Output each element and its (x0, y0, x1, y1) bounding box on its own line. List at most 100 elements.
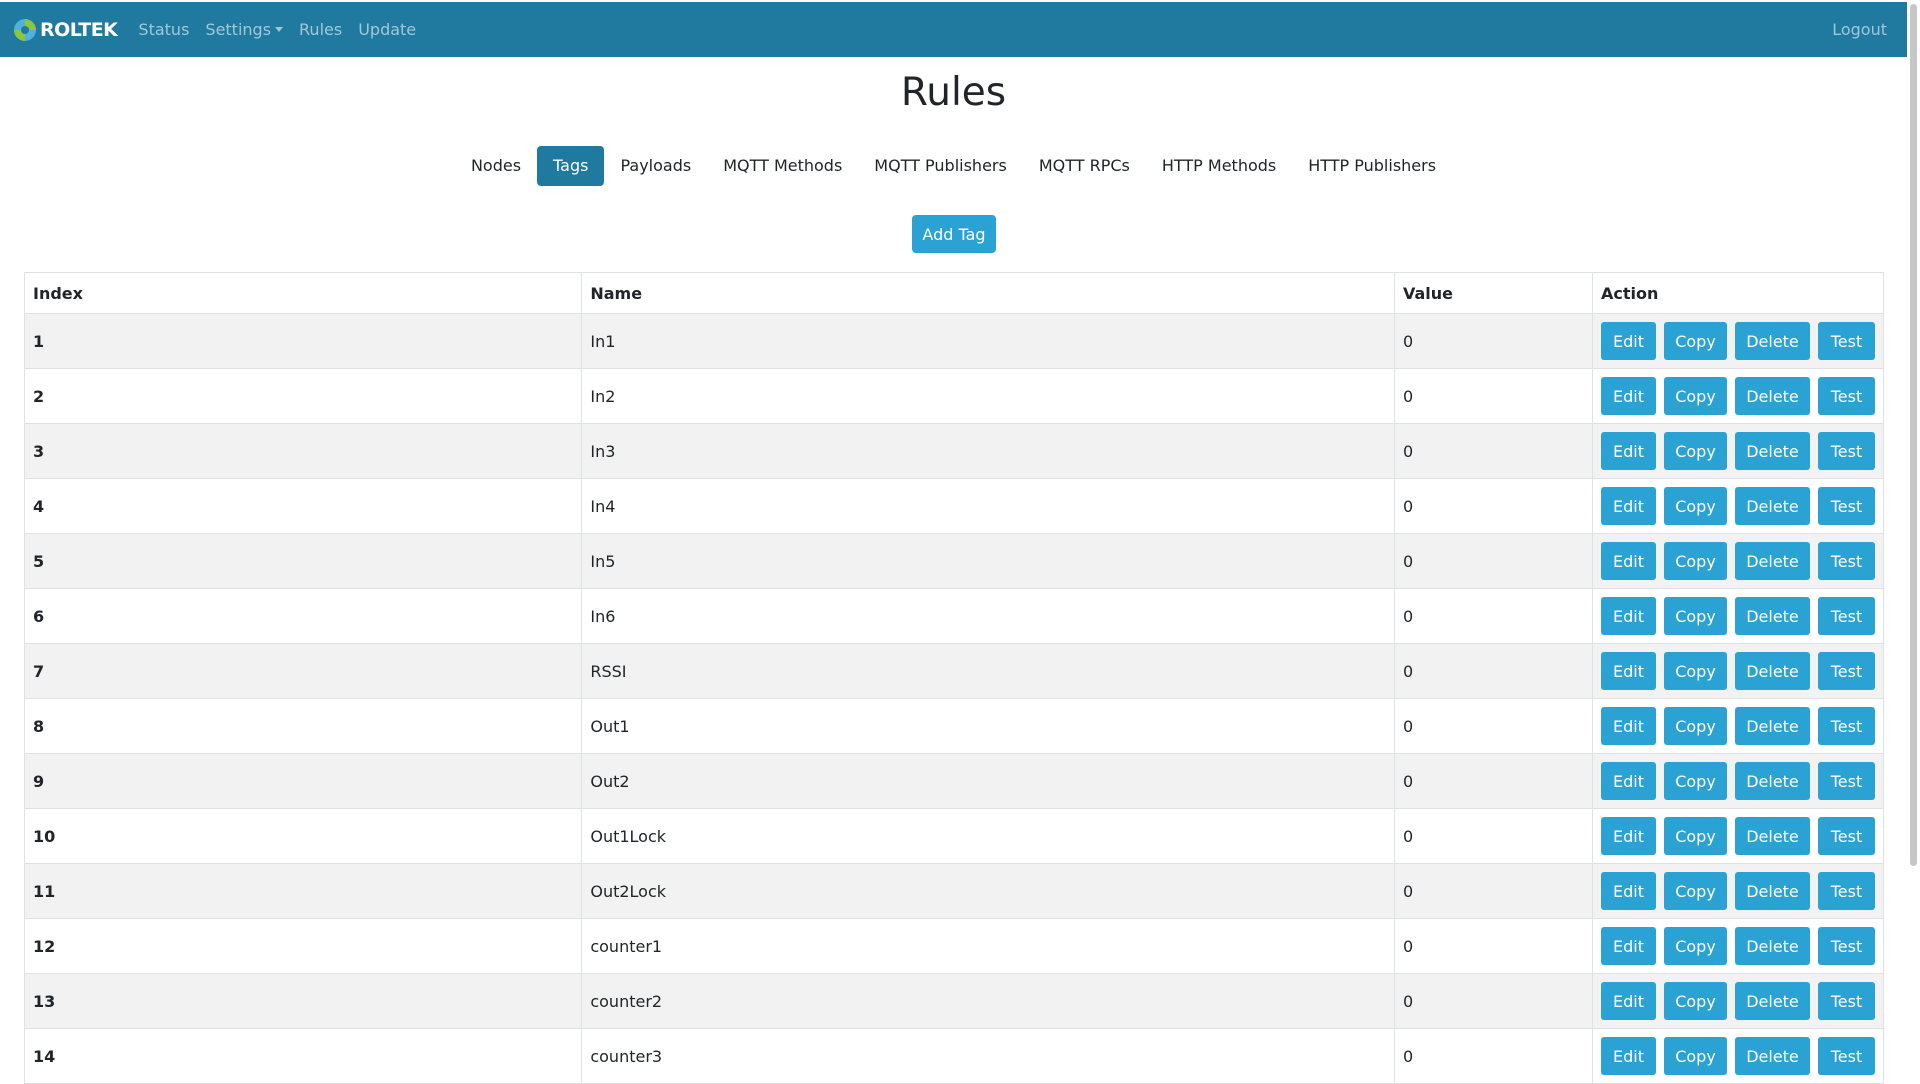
copy-button[interactable]: Copy (1664, 707, 1727, 745)
edit-button[interactable]: Edit (1601, 817, 1656, 855)
edit-button[interactable]: Edit (1601, 652, 1656, 690)
edit-button[interactable]: Edit (1601, 377, 1656, 415)
cell-value: 0 (1393, 808, 1594, 864)
add-tag-button[interactable]: Add Tag (912, 215, 996, 253)
delete-button[interactable]: Delete (1735, 1037, 1810, 1075)
delete-button[interactable]: Delete (1735, 762, 1810, 800)
test-button[interactable]: Test (1818, 542, 1875, 580)
copy-button[interactable]: Copy (1664, 927, 1727, 965)
delete-button[interactable]: Delete (1735, 377, 1810, 415)
test-button[interactable]: Test (1818, 872, 1875, 910)
brand[interactable]: ROLTEK (12, 17, 118, 43)
copy-button[interactable]: Copy (1664, 652, 1727, 690)
delete-button[interactable]: Delete (1735, 542, 1810, 580)
copy-button[interactable]: Copy (1664, 1037, 1727, 1075)
cell-value: 0 (1393, 973, 1594, 1029)
cell-index: 3 (23, 423, 583, 479)
test-button[interactable]: Test (1818, 377, 1875, 415)
copy-button[interactable]: Copy (1664, 817, 1727, 855)
rules-tabs: Nodes Tags Payloads MQTT Methods MQTT Publis… (0, 146, 1907, 186)
cell-actions: Edit Copy Delete Test (1592, 423, 1884, 479)
test-button[interactable]: Test (1818, 927, 1875, 965)
copy-button[interactable]: Copy (1664, 872, 1727, 910)
delete-button[interactable]: Delete (1735, 652, 1810, 690)
cell-index: 10 (23, 808, 583, 864)
edit-button[interactable]: Edit (1601, 542, 1656, 580)
cell-value: 0 (1393, 423, 1594, 479)
cell-name: counter2 (581, 973, 1395, 1029)
delete-button[interactable]: Delete (1735, 982, 1810, 1020)
test-button[interactable]: Test (1818, 762, 1875, 800)
delete-button[interactable]: Delete (1735, 872, 1810, 910)
cell-actions: Edit Copy Delete Test (1592, 533, 1884, 589)
edit-button[interactable]: Edit (1601, 707, 1656, 745)
tab-http-publishers[interactable]: HTTP Publishers (1292, 146, 1452, 186)
nav-link-rules[interactable]: Rules (299, 20, 342, 39)
tab-mqtt-publishers[interactable]: MQTT Publishers (858, 146, 1023, 186)
delete-button[interactable]: Delete (1735, 817, 1810, 855)
nav-link-update[interactable]: Update (358, 20, 416, 39)
test-button[interactable]: Test (1818, 322, 1875, 360)
edit-button[interactable]: Edit (1601, 597, 1656, 635)
cell-name: In4 (581, 478, 1395, 534)
cell-actions: Edit Copy Delete Test (1592, 588, 1884, 644)
test-button[interactable]: Test (1818, 817, 1875, 855)
action-buttons: Edit Copy Delete Test (1601, 487, 1875, 525)
cell-name: In5 (581, 533, 1395, 589)
tab-tags[interactable]: Tags (537, 146, 605, 186)
test-button[interactable]: Test (1818, 652, 1875, 690)
edit-button[interactable]: Edit (1601, 432, 1656, 470)
cell-value: 0 (1393, 698, 1594, 754)
edit-button[interactable]: Edit (1601, 872, 1656, 910)
table-row: 10 Out1Lock 0 Edit Copy Delete Test (23, 808, 1884, 864)
cell-name: In3 (581, 423, 1395, 479)
page-title: Rules (900, 70, 1007, 115)
cell-actions: Edit Copy Delete Test (1592, 368, 1884, 424)
action-buttons: Edit Copy Delete Test (1601, 597, 1875, 635)
cell-value: 0 (1393, 478, 1594, 534)
edit-button[interactable]: Edit (1601, 487, 1656, 525)
delete-button[interactable]: Delete (1735, 432, 1810, 470)
copy-button[interactable]: Copy (1664, 982, 1727, 1020)
test-button[interactable]: Test (1818, 432, 1875, 470)
tab-mqtt-methods[interactable]: MQTT Methods (707, 146, 858, 186)
test-button[interactable]: Test (1818, 1037, 1875, 1075)
copy-button[interactable]: Copy (1664, 597, 1727, 635)
nav-link-settings[interactable]: Settings (205, 20, 284, 39)
nav-link-status[interactable]: Status (138, 20, 189, 39)
edit-button[interactable]: Edit (1601, 1037, 1656, 1075)
copy-button[interactable]: Copy (1664, 377, 1727, 415)
delete-button[interactable]: Delete (1735, 322, 1810, 360)
tab-payloads[interactable]: Payloads (604, 146, 707, 186)
cell-value: 0 (1393, 753, 1594, 809)
edit-button[interactable]: Edit (1601, 982, 1656, 1020)
scrollbar[interactable] (1907, 0, 1920, 1080)
test-button[interactable]: Test (1818, 982, 1875, 1020)
test-button[interactable]: Test (1818, 707, 1875, 745)
test-button[interactable]: Test (1818, 487, 1875, 525)
table-header-row: Index Name Value Action (23, 272, 1884, 314)
delete-button[interactable]: Delete (1735, 927, 1810, 965)
copy-button[interactable]: Copy (1664, 762, 1727, 800)
tab-nodes[interactable]: Nodes (455, 146, 537, 186)
copy-button[interactable]: Copy (1664, 322, 1727, 360)
tab-mqtt-rpcs[interactable]: MQTT RPCs (1023, 146, 1146, 186)
test-button[interactable]: Test (1818, 597, 1875, 635)
cell-actions: Edit Copy Delete Test (1592, 863, 1884, 919)
edit-button[interactable]: Edit (1601, 322, 1656, 360)
cell-actions: Edit Copy Delete Test (1592, 808, 1884, 864)
delete-button[interactable]: Delete (1735, 707, 1810, 745)
copy-button[interactable]: Copy (1664, 487, 1727, 525)
cell-index: 5 (23, 533, 583, 589)
delete-button[interactable]: Delete (1735, 597, 1810, 635)
delete-button[interactable]: Delete (1735, 487, 1810, 525)
edit-button[interactable]: Edit (1601, 927, 1656, 965)
copy-button[interactable]: Copy (1664, 432, 1727, 470)
logout-link[interactable]: Logout (1832, 20, 1887, 39)
scrollbar-thumb[interactable] (1910, 4, 1917, 866)
tab-http-methods[interactable]: HTTP Methods (1146, 146, 1292, 186)
action-buttons: Edit Copy Delete Test (1601, 1037, 1875, 1075)
copy-button[interactable]: Copy (1664, 542, 1727, 580)
cell-actions: Edit Copy Delete Test (1592, 918, 1884, 974)
edit-button[interactable]: Edit (1601, 762, 1656, 800)
